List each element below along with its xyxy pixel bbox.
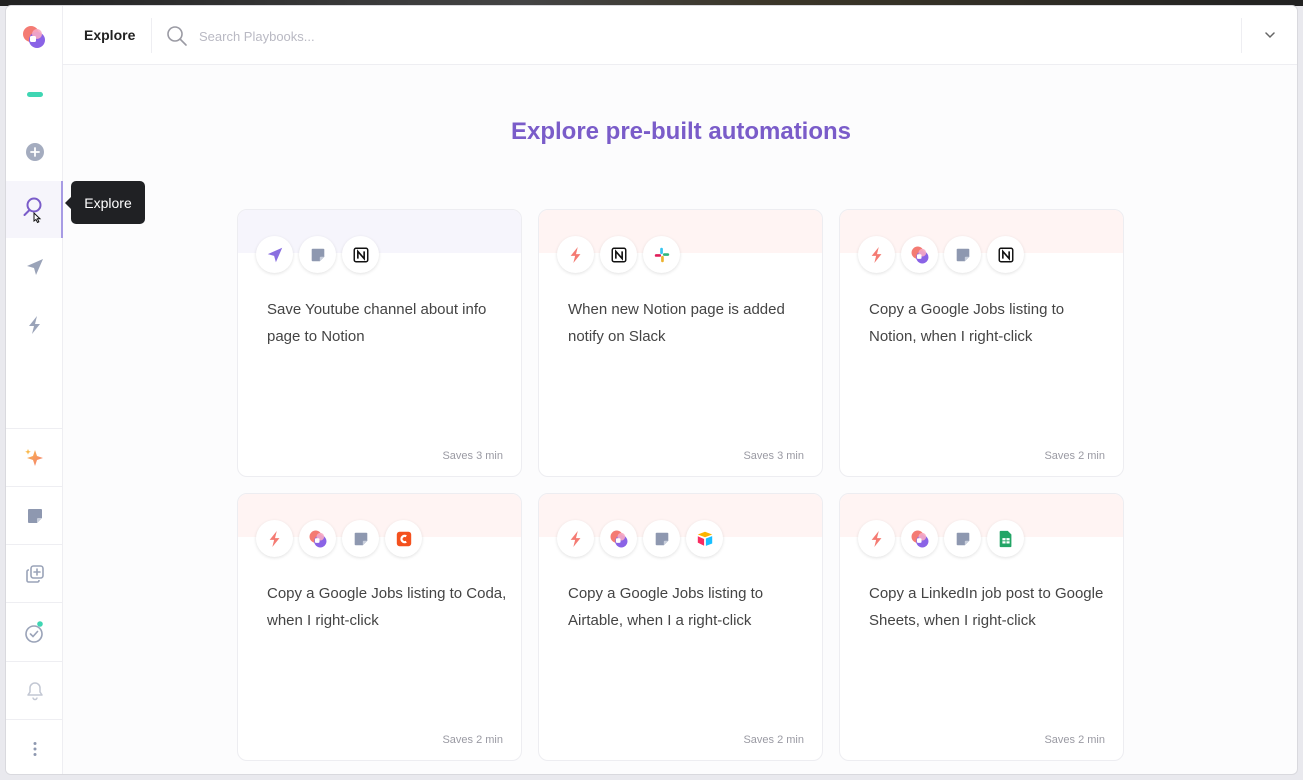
sidebar: [6, 6, 63, 774]
lightning-icon: [557, 520, 594, 557]
lightning-icon: [256, 520, 293, 557]
duplicate-icon: [25, 564, 44, 583]
sidebar-item-new[interactable]: [6, 123, 63, 180]
card-icons: [256, 520, 422, 557]
lightning-icon: [557, 236, 594, 273]
more-icon: [33, 741, 36, 756]
card-title: Copy a Google Jobs listing to Notion, wh…: [869, 301, 1065, 345]
sidebar-item-tasks[interactable]: [6, 603, 63, 660]
slack-icon: [643, 236, 680, 273]
sidebar-item-notifications[interactable]: [6, 662, 63, 719]
card-title: Save Youtube channel about info page to …: [267, 301, 487, 345]
page-title: Explore: [84, 27, 136, 43]
card-icons: [858, 520, 1024, 557]
sidebar-item-explore[interactable]: [6, 181, 63, 238]
sidebar-item-dashboard[interactable]: [6, 66, 63, 123]
sidebar-item-integrations[interactable]: [6, 545, 63, 602]
section-heading: Explore pre-built automations: [510, 118, 852, 145]
app-window: Explore Explore pre-built automations Sa…: [5, 5, 1298, 775]
plus-circle-icon: [25, 142, 44, 161]
lightning-icon: [858, 520, 895, 557]
sidebar-item-ai[interactable]: [6, 429, 63, 486]
card-saves: Saves 3 min: [442, 450, 503, 462]
lightning-icon: [28, 315, 40, 334]
card-icons: [256, 236, 379, 273]
sidebar-item-notes[interactable]: [6, 487, 63, 544]
search-input[interactable]: [199, 25, 899, 47]
playbook-card[interactable]: Copy a LinkedIn job post to Google Sheet…: [839, 493, 1124, 761]
send-icon: [26, 258, 43, 275]
card-saves: Saves 2 min: [1044, 450, 1105, 462]
card-icons: [557, 520, 723, 557]
playbook-card[interactable]: Copy a Google Jobs listing to Coda, when…: [237, 493, 522, 761]
coda-icon: [385, 520, 422, 557]
dash-icon: [26, 92, 43, 97]
explore-tooltip: Explore: [65, 181, 145, 224]
playbook-card[interactable]: Save Youtube channel about info page to …: [237, 209, 522, 477]
sidebar-item-automations[interactable]: [6, 296, 63, 353]
search-icon: [167, 26, 187, 46]
notion-icon: [987, 236, 1024, 273]
note-icon: [944, 520, 981, 557]
sidebar-item-more[interactable]: [6, 720, 63, 774]
playbook-card[interactable]: Copy a Google Jobs listing to Notion, wh…: [839, 209, 1124, 477]
card-icons: [858, 236, 1024, 273]
note-icon: [299, 236, 336, 273]
sparkle-icon: [24, 448, 43, 466]
card-title: Copy a LinkedIn job post to Google Sheet…: [869, 585, 1104, 629]
card-icons: [557, 236, 680, 273]
top-bar: Explore: [63, 6, 1297, 65]
note-icon: [944, 236, 981, 273]
notion-icon: [342, 236, 379, 273]
lightning-icon: [858, 236, 895, 273]
bardeen-icon: [901, 236, 938, 273]
playbook-card[interactable]: Copy a Google Jobs listing to Airtable, …: [538, 493, 823, 761]
send-icon: [256, 236, 293, 273]
playbook-card[interactable]: When new Notion page is added notify on …: [538, 209, 823, 477]
note-icon: [342, 520, 379, 557]
chevron-down-icon[interactable]: [1263, 28, 1277, 42]
bardeen-icon: [901, 520, 938, 557]
card-saves: Saves 2 min: [1044, 734, 1105, 746]
bardeen-icon: [600, 520, 637, 557]
app-logo[interactable]: [21, 24, 47, 50]
card-title: Copy a Google Jobs listing to Airtable, …: [568, 585, 764, 629]
note-icon: [643, 520, 680, 557]
bardeen-icon: [299, 520, 336, 557]
card-saves: Saves 3 min: [743, 450, 804, 462]
card-saves: Saves 2 min: [743, 734, 804, 746]
sheets-icon: [987, 520, 1024, 557]
search-icon: [23, 197, 41, 223]
sidebar-item-playbooks[interactable]: [6, 238, 63, 295]
card-title: Copy a Google Jobs listing to Coda, when…: [267, 585, 507, 629]
airtable-icon: [686, 520, 723, 557]
card-saves: Saves 2 min: [442, 734, 503, 746]
note-icon: [27, 508, 42, 523]
notion-icon: [600, 236, 637, 273]
check-circle-icon: [24, 620, 43, 643]
bell-icon: [26, 681, 43, 700]
card-title: When new Notion page is added notify on …: [568, 301, 785, 345]
